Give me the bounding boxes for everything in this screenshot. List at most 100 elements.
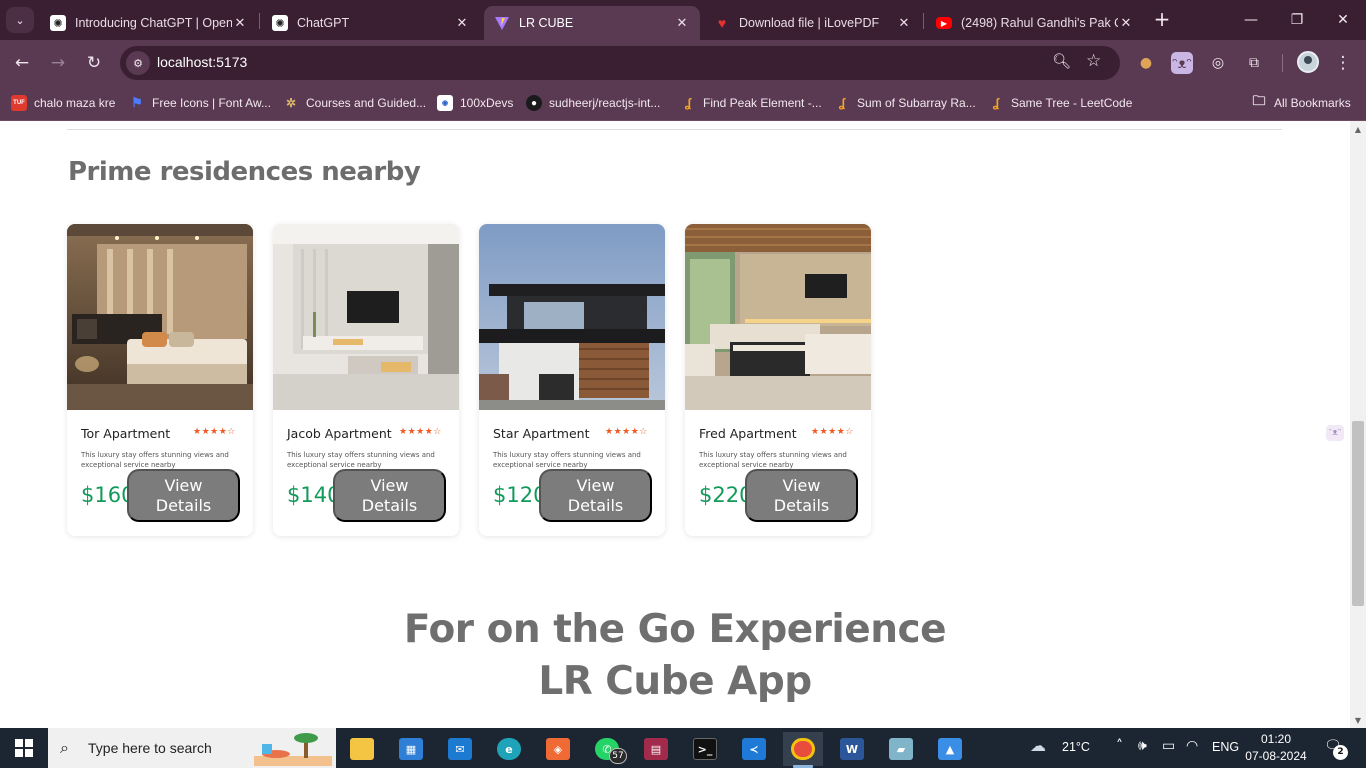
close-window-button[interactable]: ✕ — [1320, 0, 1366, 40]
scroll-down-arrow-icon[interactable]: ▼ — [1353, 716, 1363, 726]
residence-card[interactable]: Fred Apartment ★★★★☆ This luxury stay of… — [685, 224, 871, 536]
bookmark-label: 100xDevs — [460, 96, 514, 110]
wifi-icon[interactable]: ◠ — [1186, 738, 1198, 754]
profile-avatar[interactable] — [1297, 51, 1319, 73]
windows-logo-icon — [15, 739, 33, 757]
taskbar-edge[interactable]: e — [489, 732, 529, 766]
store-icon: ▦ — [399, 738, 423, 760]
cookie-extension-icon[interactable]: ● — [1135, 52, 1157, 74]
url-text[interactable]: localhost:5173 — [157, 54, 247, 70]
residence-card[interactable]: Tor Apartment ★★★★☆ This luxury stay off… — [67, 224, 253, 536]
windows-taskbar: ⌕ Type here to search ▦ ✉ e ◈ ✆ 57 ▤ >_ … — [0, 728, 1366, 768]
target-extension-icon[interactable]: ◎ — [1207, 52, 1229, 74]
bookmark-font-awesome[interactable]: ⚑ Free Icons | Font Aw... — [129, 94, 271, 112]
edge-icon: e — [497, 738, 521, 760]
restore-button[interactable]: ❐ — [1274, 0, 1320, 40]
chrome-icon — [791, 738, 815, 760]
weather-temperature[interactable]: 21°C — [1062, 740, 1090, 754]
bookmarks-bar: TUF chalo maza kre ⚑ Free Icons | Font A… — [0, 86, 1366, 121]
view-details-button[interactable]: View Details — [539, 469, 652, 522]
all-bookmarks-button[interactable]: 🗀 All Bookmarks — [1251, 93, 1350, 112]
bookmark-github[interactable]: ● sudheerj/reactjs-int... — [526, 94, 660, 112]
card-title: Star Apartment — [493, 426, 590, 441]
apartment-photo — [479, 224, 665, 410]
notification-badge: 2 — [1333, 745, 1348, 760]
volume-icon[interactable]: 🕪︎ — [1138, 738, 1147, 754]
chatgpt-icon: ✺ — [50, 15, 66, 31]
bookmark-sum-subarray[interactable]: ʆ Sum of Subarray Ra... — [834, 94, 976, 112]
view-details-button[interactable]: View Details — [745, 469, 858, 522]
folder-icon: 🗀 — [1252, 93, 1266, 108]
close-icon[interactable]: ✕ — [1118, 15, 1134, 31]
terminal-icon: >_ — [693, 738, 717, 760]
bookmark-same-tree[interactable]: ʆ Same Tree - LeetCode — [988, 94, 1133, 112]
youtube-icon: ▶ — [936, 17, 952, 29]
taskbar-photos[interactable]: ▲ — [930, 732, 970, 766]
whatsapp-badge: 57 — [609, 748, 627, 764]
extensions-puzzle-icon[interactable]: ⧉ — [1243, 52, 1265, 74]
scroll-up-arrow-icon[interactable]: ▲ — [1353, 125, 1363, 135]
taskbar-search-box[interactable]: ⌕ Type here to search — [48, 728, 336, 768]
tab-divider — [259, 13, 260, 29]
zoom-icon[interactable]: 🔍︎ — [1052, 52, 1071, 70]
100xdevs-icon: ◉ — [437, 95, 453, 111]
bookmark-100xdevs[interactable]: ◉ 100xDevs — [437, 94, 513, 112]
taskbar-terminal[interactable]: >_ — [685, 732, 725, 766]
floating-extension-icon[interactable]: ᵔᴥᵔ — [1326, 425, 1344, 441]
chevron-up-icon[interactable]: ˄ — [1116, 738, 1123, 754]
taskbar-vscode[interactable]: ≺ — [734, 732, 774, 766]
taskbar-whatsapp[interactable]: ✆ 57 — [587, 732, 627, 766]
view-details-button[interactable]: View Details — [333, 469, 446, 522]
tab-lr-cube[interactable]: LR CUBE ✕ — [484, 6, 700, 40]
notes-icon: ▰ — [889, 738, 913, 760]
close-icon[interactable]: ✕ — [896, 15, 912, 31]
bookmark-chalo-maza-kre[interactable]: TUF chalo maza kre — [11, 94, 115, 112]
bookmark-courses[interactable]: ✲ Courses and Guided... — [283, 94, 426, 112]
taskbar-mail[interactable]: ✉ — [440, 732, 480, 766]
leetcode-icon: ʆ — [992, 96, 1000, 110]
residence-card[interactable]: Star Apartment ★★★★☆ This luxury stay of… — [479, 224, 665, 536]
scroll-thumb[interactable] — [1352, 421, 1364, 606]
reload-button[interactable]: ↻ — [81, 50, 107, 76]
taskbar-chrome[interactable] — [783, 732, 823, 768]
address-bar[interactable]: ⚙ localhost:5173 🔍︎ ☆ — [120, 46, 1120, 80]
page-scrollbar[interactable]: ▲ ▼ — [1350, 121, 1366, 728]
tab-chatgpt[interactable]: ✺ ChatGPT ✕ — [262, 6, 480, 40]
close-icon[interactable]: ✕ — [454, 15, 470, 31]
mail-icon: ✉ — [448, 738, 472, 760]
ilovepdf-icon: ♥ — [717, 15, 727, 31]
apartment-photo — [67, 224, 253, 410]
taskbar-file-explorer[interactable] — [342, 732, 382, 766]
taskbar-app-notes[interactable]: ▰ — [881, 732, 921, 766]
tab-search-chevron-icon[interactable]: ⌄ — [6, 7, 34, 33]
residence-card[interactable]: Jacob Apartment ★★★★☆ This luxury stay o… — [273, 224, 459, 536]
taskbar-app-orange[interactable]: ◈ — [538, 732, 578, 766]
taskbar-winrar[interactable]: ▤ — [636, 732, 676, 766]
language-indicator[interactable]: ENG — [1212, 740, 1239, 754]
bookmark-star-icon[interactable]: ☆ — [1086, 51, 1101, 71]
bookmark-find-peak[interactable]: ʆ Find Peak Element -... — [680, 94, 822, 112]
new-tab-button[interactable]: + — [1151, 9, 1173, 31]
tab-title: Download file | iLovePDF — [739, 16, 880, 30]
forward-button[interactable]: → — [45, 50, 71, 76]
site-info-icon[interactable]: ⚙ — [126, 51, 150, 75]
close-icon[interactable]: ✕ — [232, 15, 248, 31]
menu-kebab-icon[interactable]: ⋮ — [1330, 50, 1356, 76]
tab-youtube[interactable]: ▶ (2498) Rahul Gandhi's Pak Q ✕ — [926, 6, 1144, 40]
star-rating: ★★★★☆ — [193, 427, 236, 437]
taskbar-word[interactable]: W — [832, 732, 872, 766]
start-button[interactable] — [0, 728, 48, 768]
taskbar-clock[interactable]: 01:20 07-08-2024 — [1240, 731, 1312, 765]
word-icon: W — [840, 738, 864, 760]
star-rating: ★★★★☆ — [605, 427, 648, 437]
battery-icon[interactable]: ▭ — [1162, 738, 1175, 754]
cat-extension-icon[interactable]: ᵔᴥᵔ — [1171, 52, 1193, 74]
taskbar-store[interactable]: ▦ — [391, 732, 431, 766]
view-details-button[interactable]: View Details — [127, 469, 240, 522]
weather-cloud-icon[interactable]: ☁ — [1030, 736, 1046, 755]
tab-ilovepdf[interactable]: ♥ Download file | iLovePDF ✕ — [704, 6, 922, 40]
close-icon[interactable]: ✕ — [674, 15, 690, 31]
minimize-button[interactable]: — — [1228, 0, 1274, 40]
back-button[interactable]: ← — [9, 50, 35, 76]
tab-introducing-chatgpt[interactable]: ✺ Introducing ChatGPT | OpenAI ✕ — [40, 6, 258, 40]
